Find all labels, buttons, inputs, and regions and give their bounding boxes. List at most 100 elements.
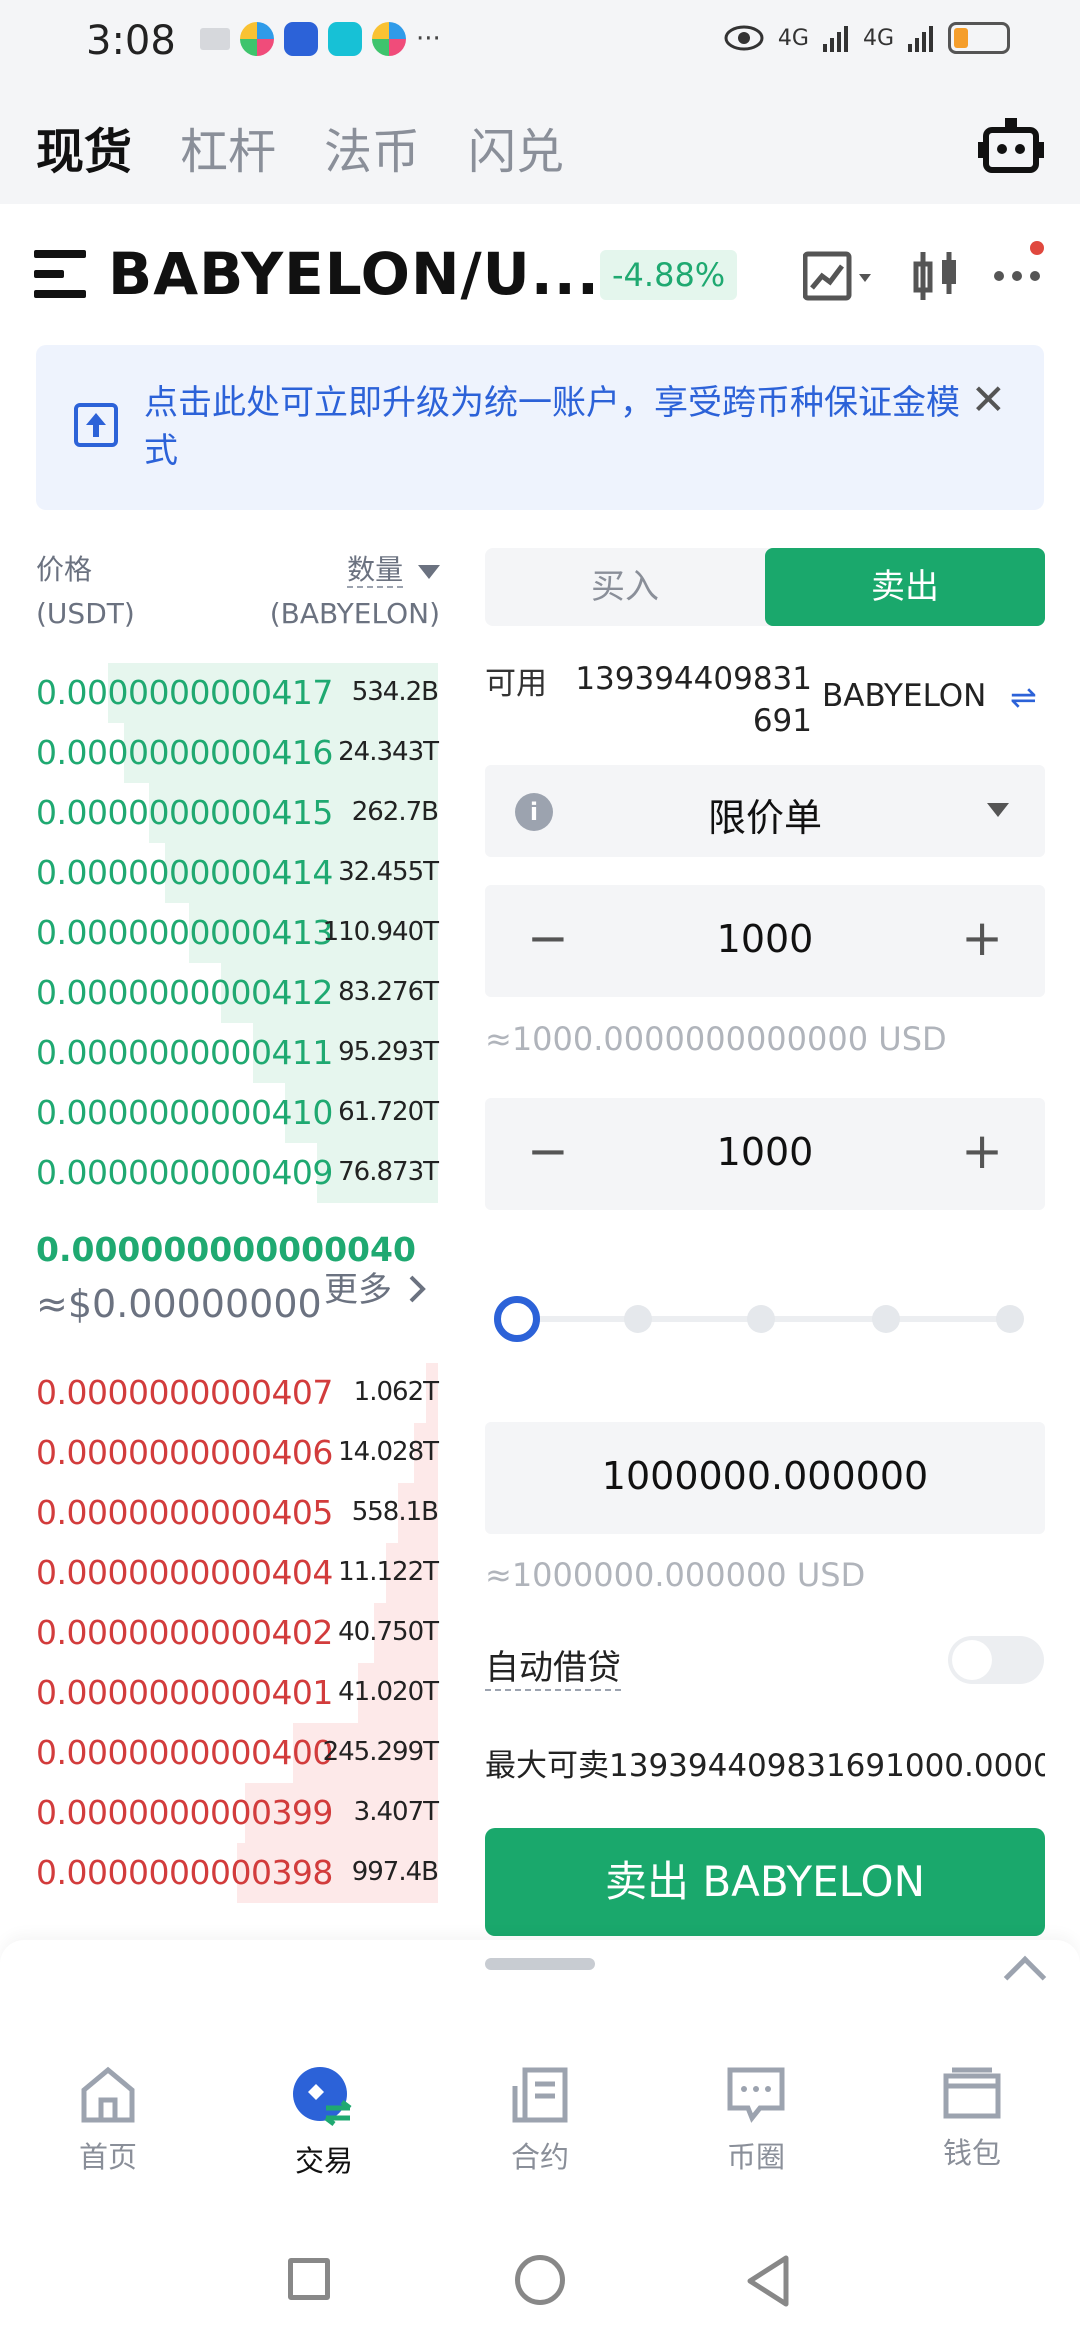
candlestick-icon[interactable]	[912, 250, 960, 302]
bid-row[interactable]: 0.0000000000405 558.1B	[36, 1483, 439, 1543]
bid-volume: 558.1B	[351, 1497, 439, 1527]
bid-price: 0.0000000000405	[36, 1493, 333, 1532]
ask-price: 0.0000000000411	[36, 1033, 333, 1072]
slider-stop-100[interactable]	[996, 1305, 1024, 1333]
system-status: 4G 4G	[724, 22, 1010, 54]
total-approx-usd: ≈1000000.000000 USD	[485, 1556, 866, 1594]
ask-row[interactable]: 0.0000000000410 61.720T	[36, 1083, 439, 1143]
available-label: 可用	[485, 666, 547, 702]
robot-icon[interactable]	[978, 116, 1044, 176]
transfer-icon[interactable]: ⇌	[1010, 678, 1037, 716]
home-button[interactable]	[515, 2255, 565, 2305]
orderbook-qty-header[interactable]: 数量 (BABYELON)	[200, 548, 440, 636]
quantity-stepper[interactable]: − 1000 +	[485, 1098, 1045, 1210]
sell-tab[interactable]: 卖出	[765, 548, 1045, 626]
bid-volume: 3.407T	[353, 1797, 439, 1827]
slider-stop-25[interactable]	[624, 1305, 652, 1333]
nav-home-label: 首页	[78, 2140, 137, 2174]
drag-handle[interactable]	[485, 1958, 595, 1970]
amount-slider[interactable]	[494, 1296, 1028, 1342]
tab-spot[interactable]: 现货	[33, 112, 135, 186]
ask-row[interactable]: 0.0000000000414 32.455T	[36, 843, 439, 903]
bid-price: 0.0000000000399	[36, 1793, 333, 1832]
nav-contract-label: 合约	[510, 2140, 569, 2174]
nav-trade[interactable]: 交易	[244, 2066, 404, 2180]
price-stepper[interactable]: − 1000 +	[485, 885, 1045, 997]
ask-price: 0.0000000000409	[36, 1153, 333, 1192]
more-link[interactable]: 更多	[324, 1262, 427, 1311]
total-value[interactable]: 1000000.000000	[485, 1454, 1045, 1498]
price-plus-button[interactable]: +	[961, 909, 1003, 967]
bid-row[interactable]: 0.0000000000404 11.122T	[36, 1543, 439, 1603]
nav-community-label: 币圈	[726, 2140, 785, 2174]
bid-row[interactable]: 0.0000000000406 14.028T	[36, 1423, 439, 1483]
ask-row[interactable]: 0.0000000000417 534.2B	[36, 663, 439, 723]
bid-row[interactable]: 0.0000000000401 41.020T	[36, 1663, 439, 1723]
bid-row[interactable]: 0.0000000000399 3.407T	[36, 1783, 439, 1843]
tab-fiat[interactable]: 法币	[324, 112, 420, 182]
chart-icon[interactable]	[803, 250, 875, 304]
nav-community[interactable]: 币圈	[676, 2066, 836, 2176]
sell-button[interactable]: 卖出 BABYELON	[485, 1828, 1045, 1936]
ask-row[interactable]: 0.0000000000409 76.873T	[36, 1143, 439, 1203]
banner-text: 点击此处可立即升级为统一账户，享受跨币种保证金模式	[144, 383, 960, 471]
nav-home[interactable]: 首页	[28, 2066, 188, 2176]
bid-row[interactable]: 0.0000000000400 245.299T	[36, 1723, 439, 1783]
bid-row[interactable]: 0.0000000000398 997.4B	[36, 1843, 439, 1903]
tab-margin[interactable]: 杠杆	[180, 112, 276, 182]
bid-row[interactable]: 0.0000000000407 1.062T	[36, 1363, 439, 1423]
qty-header-unit: (BABYELON)	[269, 597, 440, 630]
trade-mode-tabs: 现货 杠杆 法币 闪兑	[0, 86, 1080, 204]
pair-name[interactable]: BABYELON/U...	[108, 240, 600, 308]
qty-dropdown-icon	[418, 565, 440, 579]
ask-row[interactable]: 0.0000000000412 83.276T	[36, 963, 439, 1023]
ask-row[interactable]: 0.0000000000416 24.343T	[36, 723, 439, 783]
pair-menu-icon[interactable]	[34, 250, 86, 298]
bid-price: 0.0000000000406	[36, 1433, 333, 1472]
buy-tab[interactable]: 买入	[485, 548, 765, 626]
back-button[interactable]	[744, 2254, 792, 2308]
close-icon[interactable]: ✕	[971, 375, 1006, 424]
nav-contract[interactable]: 合约	[460, 2066, 620, 2176]
slider-stop-50[interactable]	[747, 1305, 775, 1333]
bid-volume: 11.122T	[338, 1557, 439, 1587]
slider-stop-75[interactable]	[872, 1305, 900, 1333]
order-type-select[interactable]: i 限价单	[485, 765, 1045, 857]
price-header-unit: (USDT)	[36, 597, 135, 630]
bid-volume: 997.4B	[351, 1857, 439, 1887]
ask-volume: 24.343T	[338, 737, 439, 767]
total-input[interactable]: 1000000.000000	[485, 1422, 1045, 1534]
ask-price: 0.0000000000412	[36, 973, 333, 1012]
ask-price: 0.0000000000417	[36, 673, 333, 712]
slider-handle[interactable]	[494, 1296, 540, 1342]
chevron-up-icon[interactable]	[1003, 1955, 1047, 1999]
auto-borrow-toggle[interactable]	[948, 1636, 1044, 1684]
ask-row[interactable]: 0.0000000000411 95.293T	[36, 1023, 439, 1083]
upgrade-banner[interactable]: 点击此处可立即升级为统一账户，享受跨币种保证金模式 ✕	[36, 345, 1044, 510]
exchange-app-icon	[328, 22, 362, 56]
wallet-icon	[943, 2067, 1001, 2119]
auto-borrow-label: 自动借贷	[485, 1640, 621, 1691]
bid-price: 0.0000000000398	[36, 1853, 333, 1892]
nav-wallet[interactable]: 钱包	[892, 2066, 1052, 2172]
quantity-plus-button[interactable]: +	[961, 1122, 1003, 1180]
bid-row[interactable]: 0.0000000000402 40.750T	[36, 1603, 439, 1663]
ask-row[interactable]: 0.0000000000413 110.940T	[36, 903, 439, 963]
more-options-icon[interactable]	[993, 240, 1045, 296]
home-icon	[81, 2066, 135, 2123]
bid-volume: 1.062T	[353, 1377, 439, 1407]
app-logo-icon-2	[372, 22, 406, 56]
ask-volume: 83.276T	[338, 977, 439, 1007]
more-link-label: 更多	[324, 1270, 392, 1310]
bid-volume: 40.750T	[338, 1617, 439, 1647]
ask-volume: 534.2B	[351, 677, 439, 707]
recent-apps-button[interactable]	[288, 2258, 330, 2300]
tab-swap[interactable]: 闪兑	[468, 112, 564, 182]
side-selector: 买入 卖出	[485, 548, 1045, 626]
ask-price: 0.0000000000413	[36, 913, 333, 952]
upgrade-icon	[74, 403, 118, 447]
ask-volume: 76.873T	[338, 1157, 439, 1187]
bid-volume: 245.299T	[322, 1737, 439, 1767]
notification-app-icon	[200, 28, 230, 50]
ask-row[interactable]: 0.0000000000415 262.7B	[36, 783, 439, 843]
